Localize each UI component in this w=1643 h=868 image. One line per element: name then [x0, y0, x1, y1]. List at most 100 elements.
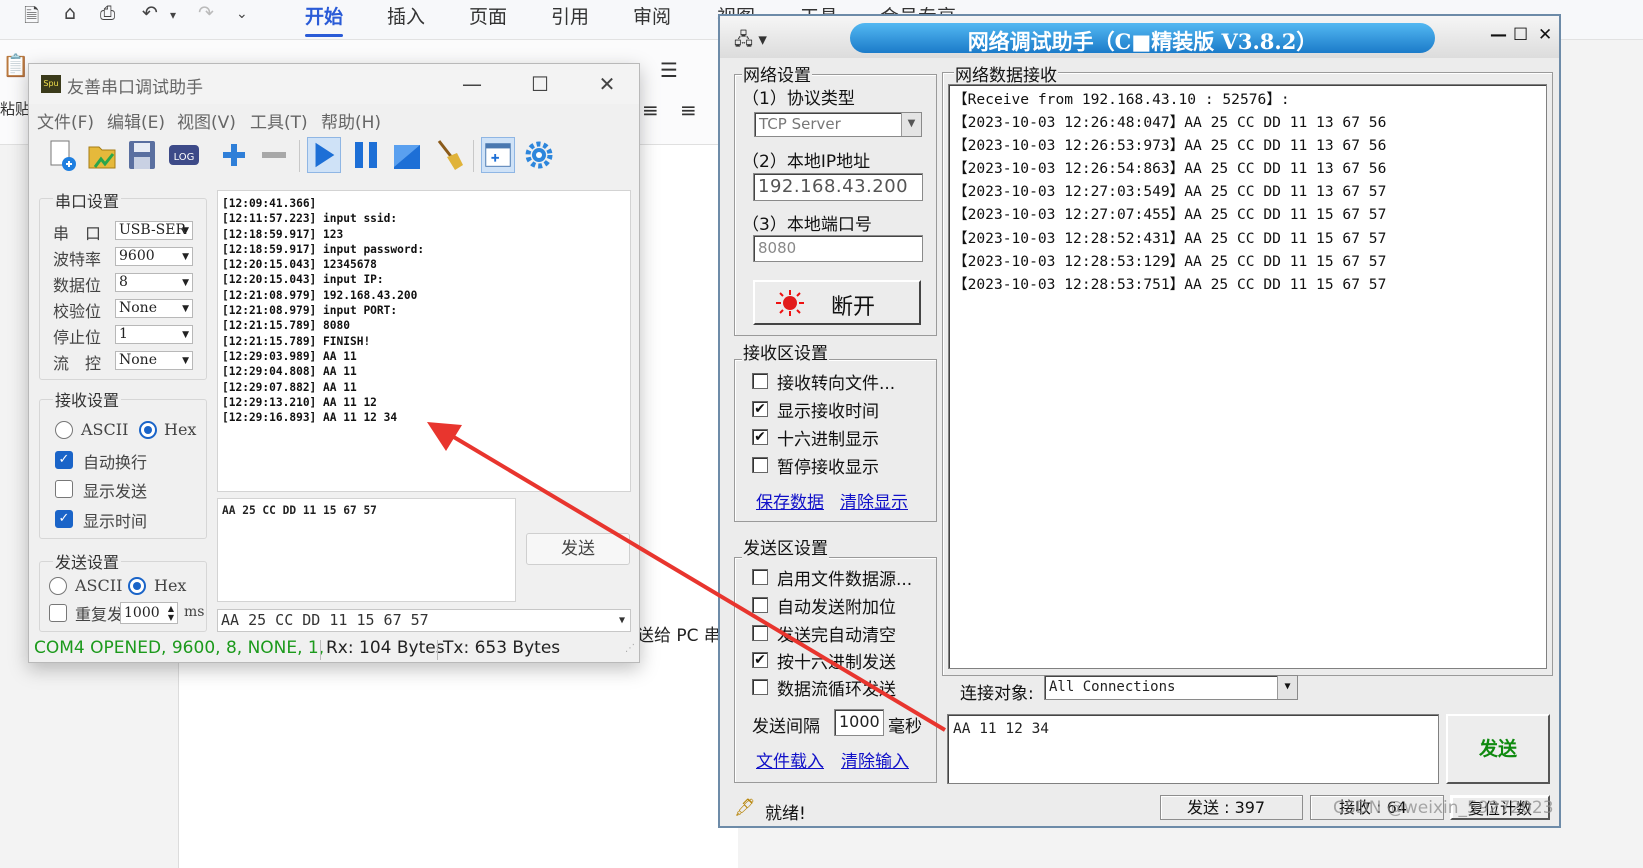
protocol-select[interactable]: TCP Server ▼: [754, 112, 922, 137]
chevron-down-icon[interactable]: ▼: [901, 113, 921, 136]
tab-start[interactable]: 开始: [305, 2, 344, 37]
databits-select[interactable]: 8 ▼: [115, 273, 193, 292]
menu-edit[interactable]: 编辑(E): [107, 108, 165, 133]
align-center-icon[interactable]: ≡: [642, 98, 659, 122]
menu-help[interactable]: 帮助(H): [321, 108, 381, 133]
parity-select[interactable]: None ▼: [115, 299, 193, 318]
ip-input[interactable]: 192.168.43.200: [753, 173, 923, 201]
remove-icon[interactable]: [257, 137, 291, 173]
log-line: 【2023-10-03 12:28:52:431】AA 25 CC DD 11 …: [953, 229, 1387, 247]
menu-tools[interactable]: 工具(T): [250, 108, 308, 133]
repeat-interval-stepper[interactable]: 1000 ▲ ▼: [120, 602, 178, 624]
show-send-checkbox[interactable]: [55, 480, 73, 498]
hex-display-checkbox[interactable]: ✔: [752, 429, 768, 445]
local-port-input[interactable]: 8080: [753, 235, 923, 262]
more-commands-icon[interactable]: ⌄: [236, 6, 248, 22]
send-interval-input[interactable]: 1000: [834, 709, 884, 736]
baud-select[interactable]: 9600 ▼: [115, 247, 193, 266]
save-data-link[interactable]: 保存数据: [756, 488, 824, 513]
open-file-icon[interactable]: [85, 137, 119, 173]
undo-icon[interactable]: ↶: [142, 2, 158, 24]
recv-ascii-radio[interactable]: [55, 421, 73, 439]
log-line: 【2023-10-03 12:26:48:047】AA 25 CC DD 11 …: [953, 114, 1387, 132]
log-line: [12:29:16.893] AA 11 12 34: [222, 411, 398, 425]
play-icon[interactable]: [307, 137, 341, 173]
add-icon[interactable]: [217, 137, 251, 173]
settings-gear-icon[interactable]: [522, 137, 556, 173]
save-icon[interactable]: 🗎: [24, 2, 39, 34]
flowcontrol-select[interactable]: None ▼: [115, 351, 193, 370]
pause-icon[interactable]: [349, 137, 383, 173]
show-time-checkbox[interactable]: ✓: [55, 510, 73, 528]
serial-receive-area[interactable]: [12:09:41.366] [12:11:57.223] input ssid:…: [217, 190, 631, 492]
redo-icon[interactable]: ↷: [198, 2, 214, 24]
file-source-label: 启用文件数据源...: [777, 570, 913, 590]
new-file-icon[interactable]: [45, 137, 79, 173]
disconnect-button[interactable]: 断开: [753, 280, 921, 325]
send-ascii-radio[interactable]: [49, 577, 67, 595]
repeat-send-checkbox[interactable]: [49, 604, 67, 622]
tab-insert[interactable]: 插入: [387, 2, 425, 29]
port-select[interactable]: USB-SER ▼: [115, 221, 193, 240]
log-line: [12:18:59.917] 123: [222, 227, 344, 241]
clear-display-link[interactable]: 清除显示: [840, 488, 908, 513]
close-button[interactable]: ✕: [1538, 25, 1552, 45]
csdn-watermark: CSDN @weixin_59272023: [1333, 798, 1554, 818]
auto-wrap-checkbox[interactable]: ✓: [55, 451, 73, 469]
pause-display-checkbox[interactable]: [752, 457, 768, 473]
tab-reference[interactable]: 引用: [551, 2, 589, 29]
connection-target-value: All Connections: [1049, 679, 1176, 695]
undo-dropdown-icon[interactable]: ▾: [170, 8, 176, 22]
maximize-button[interactable]: ☐: [517, 66, 563, 102]
save-file-icon[interactable]: [125, 137, 159, 173]
maximize-button[interactable]: ☐: [1513, 25, 1528, 45]
show-recv-time-label: 显示接收时间: [777, 402, 879, 422]
list-icon[interactable]: ☰: [660, 58, 678, 82]
serial-send-button[interactable]: 发送: [526, 533, 630, 565]
clear-broom-icon[interactable]: [431, 137, 465, 173]
stop-icon[interactable]: [390, 137, 424, 173]
parity-label: 校验位: [53, 302, 102, 321]
tab-review[interactable]: 审阅: [633, 2, 671, 29]
send-hex-radio[interactable]: [128, 577, 146, 595]
log-line: [12:21:15.789] 8080: [222, 319, 350, 333]
network-send-button[interactable]: 发送: [1446, 714, 1550, 784]
connection-status-red-icon: [776, 290, 804, 316]
log-icon[interactable]: LOG: [167, 137, 201, 173]
send-history-select[interactable]: AA 25 CC DD 11 15 67 57 ▼: [217, 609, 631, 632]
stepper-arrows-icon[interactable]: ▲ ▼: [168, 604, 174, 622]
extension-window-icon[interactable]: [481, 137, 515, 173]
menu-view[interactable]: 视图(V): [177, 108, 236, 133]
auto-clear-checkbox[interactable]: [752, 625, 768, 641]
clipboard-icon[interactable]: 📋: [2, 54, 29, 79]
recv-to-file-checkbox[interactable]: [752, 373, 768, 389]
show-recv-time-checkbox[interactable]: ✔: [752, 401, 768, 417]
print-preview-icon[interactable]: ⎙: [100, 2, 115, 24]
resize-grip-icon[interactable]: ⋰: [625, 643, 635, 654]
menu-file[interactable]: 文件(F): [37, 108, 94, 133]
load-file-link[interactable]: 文件载入: [756, 747, 824, 772]
loop-send-checkbox[interactable]: [752, 679, 768, 695]
network-send-input[interactable]: AA 11 12 34: [947, 714, 1439, 784]
connection-target-select[interactable]: All Connections ▼: [1044, 675, 1298, 700]
network-receive-area[interactable]: 【Receive from 192.168.43.10 : 52576】: 【20…: [948, 84, 1547, 669]
append-bit-checkbox[interactable]: [752, 597, 768, 613]
minimize-button[interactable]: —: [449, 66, 495, 102]
pause-display-label: 暂停接收显示: [777, 458, 879, 478]
close-button[interactable]: ✕: [584, 66, 630, 102]
minimize-button[interactable]: —: [1490, 25, 1507, 45]
hex-send-checkbox[interactable]: ✔: [752, 652, 768, 668]
recv-ascii-label: ASCII: [81, 420, 129, 439]
tab-page[interactable]: 页面: [469, 2, 507, 29]
clear-input-link[interactable]: 清除输入: [841, 747, 909, 772]
log-line: [12:11:57.223] input ssid:: [222, 212, 398, 226]
file-source-checkbox[interactable]: [752, 569, 768, 585]
recv-hex-radio[interactable]: [139, 421, 157, 439]
format-painter-icon[interactable]: ⌂: [64, 2, 76, 24]
stopbits-select[interactable]: 1 ▼: [115, 325, 193, 344]
system-menu-icon[interactable]: 🖧 ▾: [734, 27, 767, 56]
serial-send-input[interactable]: AA 25 CC DD 11 15 67 57: [217, 498, 516, 602]
align-right-icon[interactable]: ≡: [680, 98, 697, 122]
chevron-down-icon[interactable]: ▼: [1277, 676, 1297, 699]
loop-send-label: 数据流循环发送: [777, 680, 896, 700]
